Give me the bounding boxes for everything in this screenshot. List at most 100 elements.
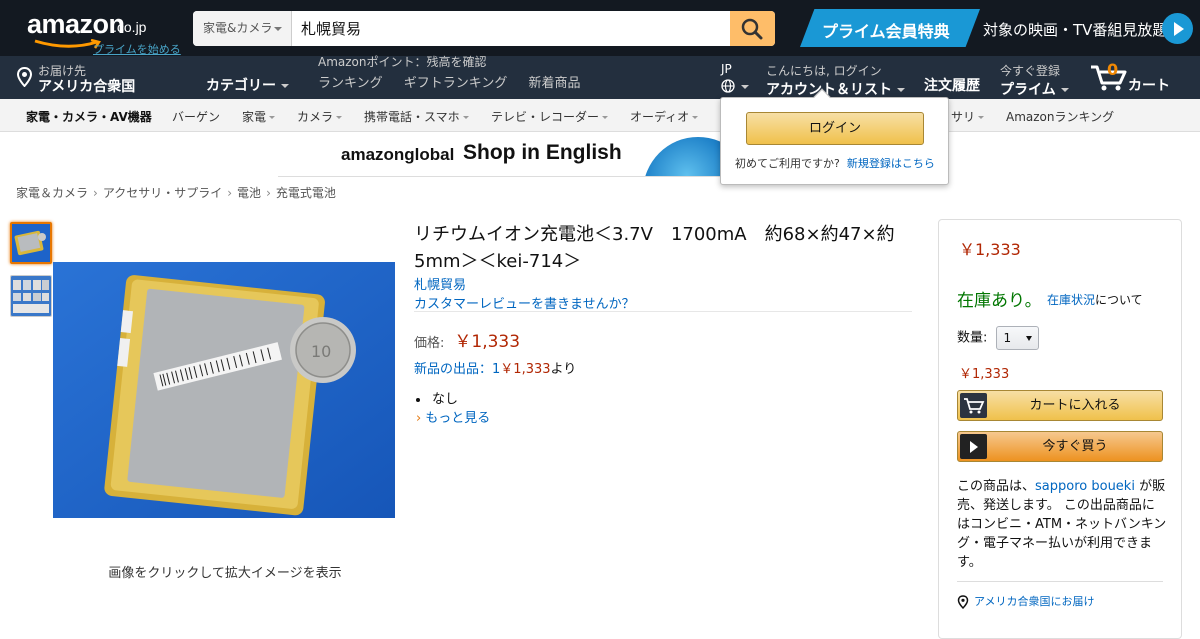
buy-box: ￥1,333 在庫あり。 在庫状況について 数量: 1 ￥1,333 カートに入…	[938, 219, 1182, 639]
stock-status: 在庫あり。	[957, 291, 1042, 311]
search-icon	[741, 18, 763, 40]
language-selector[interactable]: JP	[721, 62, 749, 93]
quantity-label: 数量:	[957, 330, 988, 346]
login-button[interactable]: ログイン	[746, 112, 924, 145]
seller-prefix: この商品は、	[957, 479, 1036, 494]
subnav-item-label: 携帯電話・スマホ	[364, 110, 460, 124]
see-more-label: もっと見る	[425, 411, 491, 426]
stock-info: 在庫状況について	[1047, 291, 1143, 308]
thumbnail-2[interactable]	[10, 275, 52, 317]
points-link[interactable]: Amazonポイント：残高を確認	[318, 53, 487, 70]
prime-banner-title: プライム会員特典	[822, 22, 950, 41]
add-to-cart-button[interactable]: カートに入れる	[957, 390, 1163, 421]
subnav-item-tv[interactable]: テレビ・レコーダー	[491, 108, 609, 125]
brand-link[interactable]: 札幌貿易	[414, 274, 466, 293]
chevron-down-icon	[897, 88, 905, 92]
cart-button[interactable]: 0 カート	[1090, 60, 1180, 94]
subnav-item-label: 家電	[242, 110, 267, 124]
price-label: 価格:	[414, 336, 445, 351]
main-product-image[interactable]: 10	[53, 262, 395, 518]
quantity-select[interactable]: 1	[995, 326, 1039, 350]
subnav-item-home[interactable]: 家電・カメラ・AV機器	[26, 108, 152, 125]
stock-info-suffix: について	[1095, 293, 1143, 307]
cart-label: カート	[1128, 78, 1170, 94]
nav-link-ranking[interactable]: ランキング	[318, 76, 383, 91]
new-offers-link[interactable]: 新品の出品：	[414, 362, 492, 377]
ship-to-link[interactable]: アメリカ合衆国にお届け	[957, 593, 1095, 610]
breadcrumb-item[interactable]: 電池	[237, 186, 261, 200]
chevron-down-icon	[336, 116, 343, 119]
price-value: ￥1,333	[454, 332, 521, 352]
amazon-global-banner[interactable]: amazonglobal Shop in English	[278, 133, 723, 177]
stock-info-link[interactable]: 在庫状況	[1047, 293, 1095, 307]
prime-video-banner[interactable]: プライム会員特典 対象の映画・TV番組見放題	[800, 9, 1193, 47]
add-to-cart-label: カートに入れる	[1029, 398, 1121, 413]
divider	[957, 581, 1163, 582]
divider	[414, 311, 912, 312]
cart-count: 0	[1107, 60, 1119, 79]
subnav-item-phone[interactable]: 携帯電話・スマホ	[364, 108, 469, 125]
search-category-dropdown[interactable]: 家電&カメラ	[193, 11, 292, 46]
buy-now-button[interactable]: 今すぐ買う	[957, 431, 1163, 462]
breadcrumb: 家電＆カメラ › アクセサリ・サプライ › 電池 › 充電式電池	[16, 184, 336, 201]
breadcrumb-item[interactable]: アクセサリ・サプライ	[103, 186, 222, 200]
svg-text:10: 10	[311, 342, 331, 361]
play-icon	[960, 434, 987, 459]
breadcrumb-separator-icon: ›	[227, 186, 233, 200]
subnav-item-bargain[interactable]: バーゲン	[172, 108, 220, 125]
buybox-price-secondary: ￥1,333	[959, 367, 1010, 382]
prime-start-link[interactable]: プライムを始める	[93, 41, 181, 57]
cart-icon	[960, 393, 987, 418]
logo-tld: .co.jp	[113, 19, 147, 35]
battery-thumbnail-image	[12, 224, 50, 262]
language-code: JP	[721, 62, 732, 76]
subnav-item-label: テレビ・レコーダー	[491, 110, 600, 124]
seller-link[interactable]: sapporo boueki	[1035, 479, 1135, 494]
account-menu[interactable]: こんにちは, ログイン アカウント＆リスト	[766, 62, 905, 99]
amazon-global-logo: amazonglobal	[341, 145, 455, 164]
ship-to-label: アメリカ合衆国にお届け	[974, 595, 1095, 608]
search-button[interactable]	[730, 11, 775, 46]
chevron-down-icon	[462, 116, 469, 119]
subnav-item-audio[interactable]: オーディオ	[630, 108, 699, 125]
register-link[interactable]: 新規登録はこちら	[847, 157, 935, 170]
breadcrumb-separator-icon: ›	[266, 186, 271, 200]
search-input[interactable]	[293, 11, 730, 46]
batteries-thumbnail-image	[11, 276, 51, 316]
write-review-link[interactable]: カスタマーレビューを書きませんか？	[414, 293, 635, 312]
subnav-item-label: サリ	[951, 110, 976, 124]
nav-link-gift-ranking[interactable]: ギフトランキング	[404, 76, 508, 91]
shop-in-english-text: Shop in English	[463, 141, 622, 164]
subnav-item-appliances[interactable]: 家電	[242, 108, 276, 125]
offers-row: 新品の出品：1￥1,333より	[414, 358, 576, 377]
search-category-label: 家電&カメラ	[203, 21, 273, 35]
amazon-logo[interactable]: amazon .co.jp プライムを始める	[27, 9, 187, 56]
subnav-item-label: カメラ	[297, 110, 334, 124]
new-user-text: 初めてご利用ですか?	[735, 157, 840, 170]
see-more-link[interactable]: › もっと見る	[416, 407, 490, 426]
breadcrumb-item[interactable]: 家電＆カメラ	[16, 186, 88, 200]
subnav-item-accessories[interactable]: サリ	[951, 108, 985, 125]
account-flyout: ログイン 初めてご利用ですか? 新規登録はこちら	[720, 88, 949, 185]
lithium-battery-image: 10	[53, 262, 395, 518]
top-header: amazon .co.jp プライムを始める 家電&カメラ プライム会員特典 対…	[0, 0, 1200, 56]
subnav-item-ranking[interactable]: Amazonランキング	[1006, 108, 1114, 125]
logo-text: amazon	[27, 9, 125, 39]
category-menu[interactable]: カテゴリー	[206, 75, 289, 95]
globe-icon	[721, 79, 735, 93]
deliver-country: アメリカ合衆国	[38, 79, 136, 95]
product-title: リチウムイオン充電池＜3.7V 1700mA 約68×約47×約5mm＞＜kei…	[414, 224, 895, 272]
chevron-down-icon	[281, 84, 289, 88]
chevron-down-icon	[602, 116, 609, 119]
nav-links: ランキング ギフトランキング 新着商品	[318, 72, 598, 91]
prime-menu[interactable]: 今すぐ登録 プライム	[1000, 62, 1069, 99]
globe-image	[643, 137, 723, 176]
prime-banner-badge: プライム会員特典	[800, 9, 980, 47]
orders-link[interactable]: 注文履歴	[924, 75, 980, 95]
chevron-down-icon	[741, 85, 749, 89]
thumbnail-1[interactable]	[10, 222, 52, 264]
breadcrumb-item[interactable]: 充電式電池	[276, 186, 336, 200]
nav-link-new-arrivals[interactable]: 新着商品	[529, 76, 581, 91]
new-user-prompt: 初めてご利用ですか? 新規登録はこちら	[735, 155, 935, 171]
subnav-item-camera[interactable]: カメラ	[297, 108, 343, 125]
